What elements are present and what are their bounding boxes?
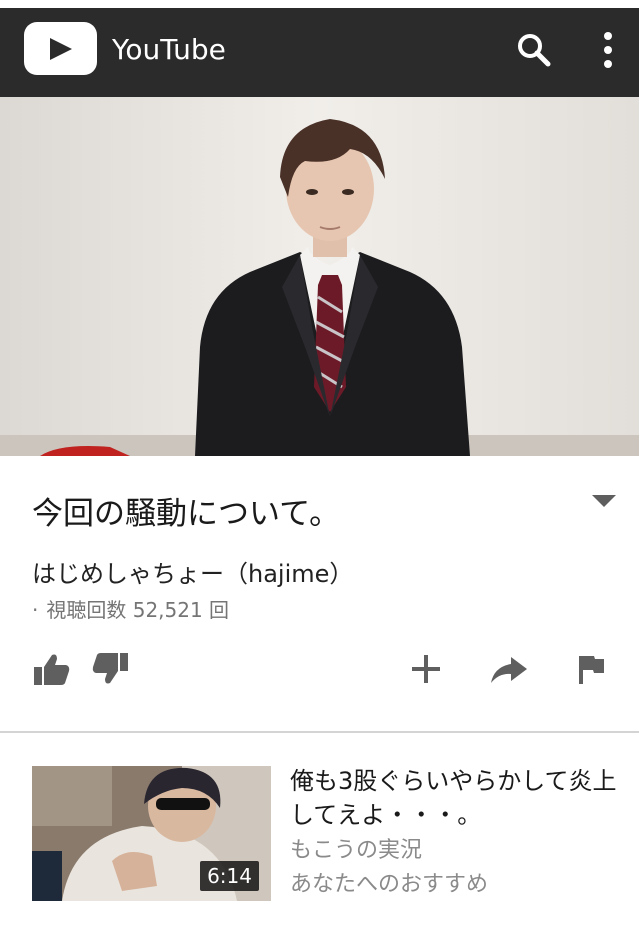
- plus-icon[interactable]: [404, 647, 448, 691]
- status-strip: [0, 0, 639, 8]
- view-count-text: 視聴回数 52,521 回: [46, 598, 230, 622]
- app-title[interactable]: YouTube: [112, 32, 226, 68]
- video-duration: 6:14: [200, 861, 259, 891]
- search-icon[interactable]: [512, 28, 556, 72]
- expand-description-icon[interactable]: [590, 491, 618, 511]
- section-divider: [0, 731, 639, 733]
- video-title: 今回の騒動について。: [32, 496, 341, 532]
- recommended-video[interactable]: 6:14 俺も3股ぐらいやらかして炎上してえよ・・・。 もこうの実況 あなたへの…: [0, 760, 639, 910]
- channel-name[interactable]: はじめしゃちょー（hajime）: [32, 558, 353, 590]
- play-logo-icon[interactable]: [24, 22, 97, 75]
- thumb-up-icon[interactable]: [30, 647, 74, 691]
- more-vert-icon[interactable]: [590, 28, 626, 72]
- recommended-title[interactable]: 俺も3股ぐらいやらかして炎上してえよ・・・。: [290, 764, 630, 832]
- share-icon[interactable]: [487, 647, 531, 691]
- recommended-channel: もこうの実況: [290, 838, 423, 863]
- flag-icon[interactable]: [570, 647, 614, 691]
- recommended-reason: あなたへのおすすめ: [290, 872, 489, 897]
- view-count: · 視聴回数 52,521 回: [32, 596, 229, 624]
- separator-dot: ·: [32, 598, 39, 622]
- thumb-down-icon[interactable]: [88, 647, 132, 691]
- video-player[interactable]: [0, 97, 639, 456]
- play-triangle: [50, 38, 72, 60]
- recommended-thumbnail[interactable]: 6:14: [32, 766, 271, 901]
- video-frame: [0, 97, 639, 456]
- app-bar: YouTube: [0, 8, 639, 97]
